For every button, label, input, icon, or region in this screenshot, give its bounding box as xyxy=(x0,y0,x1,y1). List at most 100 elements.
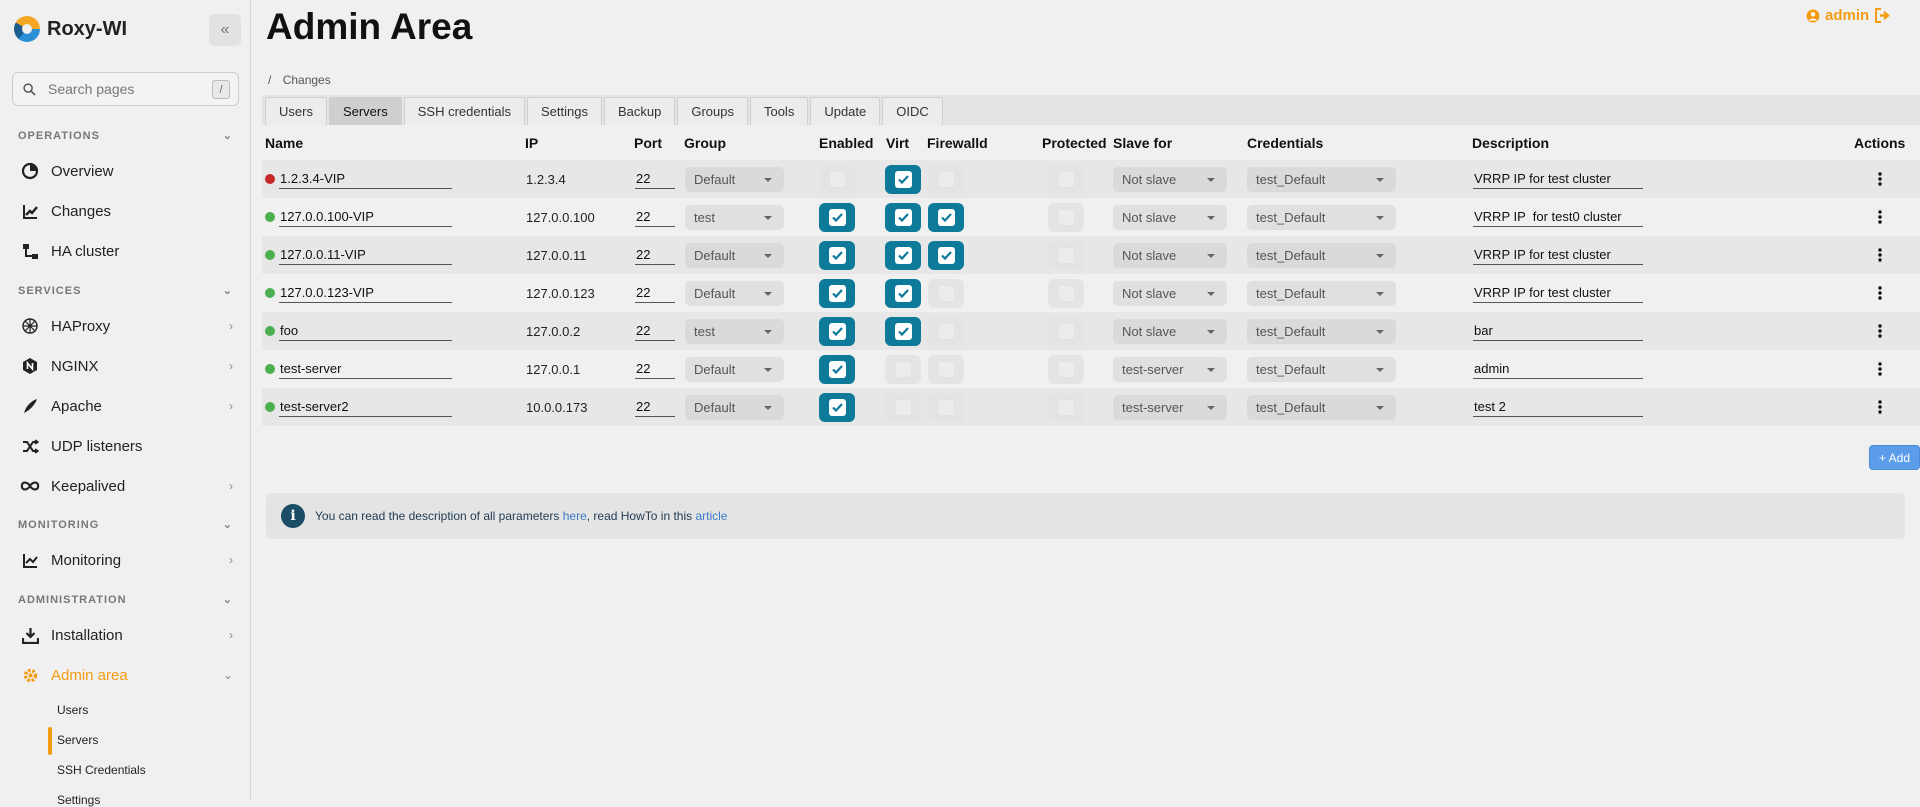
logout-icon[interactable] xyxy=(1874,8,1891,23)
sidebar-item-apache[interactable]: Apache › xyxy=(20,392,233,420)
group-select[interactable]: test xyxy=(685,204,784,230)
description-input[interactable] xyxy=(1473,283,1643,303)
sidebar-subitem-ssh-credentials[interactable]: SSH Credentials xyxy=(57,763,146,777)
sidebar-subitem-settings[interactable]: Settings xyxy=(57,793,100,807)
enabled-checkbox[interactable] xyxy=(819,278,855,308)
protected-checkbox[interactable] xyxy=(1048,164,1084,194)
server-name-input[interactable] xyxy=(279,245,452,265)
virt-checkbox[interactable] xyxy=(885,202,921,232)
group-select[interactable]: test xyxy=(685,318,784,344)
brand[interactable]: Roxy-WI xyxy=(14,15,127,43)
tab-groups[interactable]: Groups xyxy=(677,97,748,125)
tab-update[interactable]: Update xyxy=(810,97,881,125)
section-operations[interactable]: OPERATIONS ⌄ xyxy=(18,129,233,143)
port-input[interactable] xyxy=(635,321,675,341)
credentials-select[interactable]: test_Default xyxy=(1247,318,1396,344)
collapse-sidebar-button[interactable]: « xyxy=(209,14,241,46)
firewalld-checkbox[interactable] xyxy=(928,240,964,270)
slave-for-select[interactable]: test-server xyxy=(1113,394,1227,420)
description-input[interactable] xyxy=(1473,321,1643,341)
firewalld-checkbox[interactable] xyxy=(928,202,964,232)
sidebar-item-overview[interactable]: Overview xyxy=(20,157,233,185)
description-input[interactable] xyxy=(1473,207,1643,227)
firewalld-checkbox[interactable] xyxy=(928,354,964,384)
enabled-checkbox[interactable] xyxy=(819,202,855,232)
enabled-checkbox[interactable] xyxy=(819,240,855,270)
port-input[interactable] xyxy=(635,245,675,265)
tab-users[interactable]: Users xyxy=(265,97,327,125)
sidebar-item-admin-area[interactable]: Admin area ⌄ xyxy=(20,661,233,689)
description-input[interactable] xyxy=(1473,397,1643,417)
tab-settings[interactable]: Settings xyxy=(526,97,602,125)
protected-checkbox[interactable] xyxy=(1048,354,1084,384)
firewalld-checkbox[interactable] xyxy=(928,316,964,346)
port-input[interactable] xyxy=(635,283,675,303)
sidebar-subitem-servers[interactable]: Servers xyxy=(47,727,98,755)
info-link-article[interactable]: article xyxy=(695,509,727,523)
slave-for-select[interactable]: Not slave xyxy=(1113,166,1227,192)
protected-checkbox[interactable] xyxy=(1048,278,1084,308)
group-select[interactable]: Default xyxy=(685,280,784,306)
section-monitoring[interactable]: MONITORING ⌄ xyxy=(18,518,233,532)
enabled-checkbox[interactable] xyxy=(819,164,855,194)
more-actions-icon[interactable] xyxy=(1875,169,1885,189)
search-input[interactable] xyxy=(46,80,196,98)
protected-checkbox[interactable] xyxy=(1048,202,1084,232)
server-name-input[interactable] xyxy=(279,283,452,303)
virt-checkbox[interactable] xyxy=(885,240,921,270)
group-select[interactable]: Default xyxy=(685,242,784,268)
add-server-button[interactable]: + Add xyxy=(1869,445,1920,470)
credentials-select[interactable]: test_Default xyxy=(1247,242,1396,268)
server-name-input[interactable] xyxy=(279,397,452,417)
sidebar-item-keepalived[interactable]: Keepalived › xyxy=(20,472,233,500)
slave-for-select[interactable]: Not slave xyxy=(1113,318,1227,344)
user-menu[interactable]: admin xyxy=(1806,7,1891,24)
enabled-checkbox[interactable] xyxy=(819,316,855,346)
protected-checkbox[interactable] xyxy=(1048,316,1084,346)
port-input[interactable] xyxy=(635,207,675,227)
section-services[interactable]: SERVICES ⌄ xyxy=(18,284,233,298)
credentials-select[interactable]: test_Default xyxy=(1247,356,1396,382)
port-input[interactable] xyxy=(635,359,675,379)
server-name-input[interactable] xyxy=(279,207,452,227)
firewalld-checkbox[interactable] xyxy=(928,164,964,194)
group-select[interactable]: Default xyxy=(685,394,784,420)
tab-servers[interactable]: Servers xyxy=(328,97,402,125)
more-actions-icon[interactable] xyxy=(1875,245,1885,265)
more-actions-icon[interactable] xyxy=(1875,283,1885,303)
tab-tools[interactable]: Tools xyxy=(749,97,809,125)
sidebar-item-nginx[interactable]: NGINX › xyxy=(20,352,233,380)
port-input[interactable] xyxy=(635,169,675,189)
description-input[interactable] xyxy=(1473,245,1643,265)
tab-oidc[interactable]: OIDC xyxy=(882,97,943,125)
enabled-checkbox[interactable] xyxy=(819,392,855,422)
virt-checkbox[interactable] xyxy=(885,316,921,346)
breadcrumb-current[interactable]: Changes xyxy=(283,73,331,87)
slave-for-select[interactable]: test-server xyxy=(1113,356,1227,382)
section-administration[interactable]: ADMINISTRATION ⌄ xyxy=(18,593,233,607)
info-link-here[interactable]: here xyxy=(563,509,587,523)
server-name-input[interactable] xyxy=(279,169,452,189)
more-actions-icon[interactable] xyxy=(1875,359,1885,379)
firewalld-checkbox[interactable] xyxy=(928,278,964,308)
server-name-input[interactable] xyxy=(279,321,452,341)
credentials-select[interactable]: test_Default xyxy=(1247,204,1396,230)
credentials-select[interactable]: test_Default xyxy=(1247,394,1396,420)
credentials-select[interactable]: test_Default xyxy=(1247,166,1396,192)
description-input[interactable] xyxy=(1473,169,1643,189)
sidebar-item-changes[interactable]: Changes xyxy=(20,197,233,225)
slave-for-select[interactable]: Not slave xyxy=(1113,280,1227,306)
tab-backup[interactable]: Backup xyxy=(603,97,676,125)
sidebar-item-udp-listeners[interactable]: UDP listeners xyxy=(20,432,233,460)
protected-checkbox[interactable] xyxy=(1048,392,1084,422)
sidebar-subitem-users[interactable]: Users xyxy=(57,703,88,717)
sidebar-item-monitoring[interactable]: Monitoring › xyxy=(20,546,233,574)
port-input[interactable] xyxy=(635,397,675,417)
server-name-input[interactable] xyxy=(279,359,452,379)
tab-ssh-credentials[interactable]: SSH credentials xyxy=(403,97,525,125)
virt-checkbox[interactable] xyxy=(885,164,921,194)
virt-checkbox[interactable] xyxy=(885,392,921,422)
enabled-checkbox[interactable] xyxy=(819,354,855,384)
sidebar-item-ha-cluster[interactable]: HA cluster xyxy=(20,237,233,265)
virt-checkbox[interactable] xyxy=(885,278,921,308)
